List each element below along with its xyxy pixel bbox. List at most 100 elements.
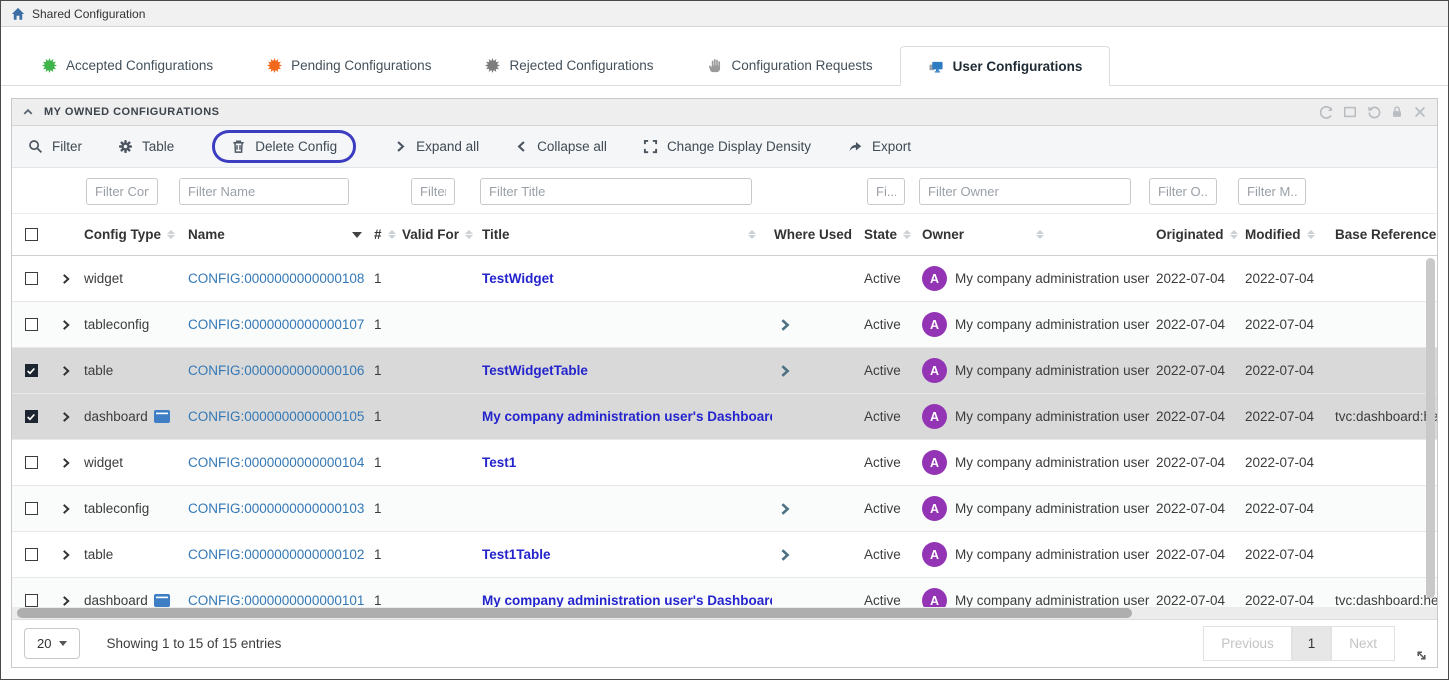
- row-checkbox[interactable]: [25, 272, 38, 285]
- originated-date: 2022-07-04: [1156, 317, 1225, 332]
- tool-label: Table: [142, 139, 174, 154]
- owner-name: My company administration user: [955, 317, 1149, 332]
- burst-icon: [267, 58, 282, 73]
- config-title-link[interactable]: My company administration user's Dashboa…: [482, 409, 772, 424]
- config-type-value: widget: [84, 271, 123, 286]
- undo-icon[interactable]: [1366, 105, 1381, 120]
- column-header-valid-for[interactable]: Valid For: [400, 227, 480, 242]
- expand-row-icon[interactable]: [60, 549, 72, 561]
- config-name-link[interactable]: CONFIG:0000000000000108: [188, 271, 364, 286]
- top-bar: Shared Configuration: [1, 1, 1448, 27]
- expand-all-button[interactable]: Expand all: [394, 139, 479, 154]
- table-row: widget CONFIG:0000000000000108 1 TestWid…: [12, 256, 1437, 302]
- state-value: Active: [864, 271, 901, 286]
- row-checkbox[interactable]: [25, 594, 38, 607]
- filter-valid-for-input[interactable]: [411, 178, 455, 205]
- column-header-number[interactable]: #: [372, 227, 400, 242]
- owner-avatar: A: [922, 496, 947, 521]
- tab-configuration-requests[interactable]: Configuration Requests: [681, 45, 900, 85]
- row-checkbox[interactable]: [25, 502, 38, 515]
- home-icon[interactable]: [11, 7, 25, 21]
- select-all-checkbox[interactable]: [12, 228, 48, 241]
- change-display-density-button[interactable]: Change Display Density: [643, 139, 811, 154]
- filter-config-type-input[interactable]: [86, 178, 158, 205]
- filter-modified-input[interactable]: [1238, 178, 1306, 205]
- column-header-owner[interactable]: Owner: [920, 227, 1154, 242]
- column-label: Config Type: [84, 227, 161, 242]
- expand-row-icon[interactable]: [60, 411, 72, 423]
- config-name-link[interactable]: CONFIG:0000000000000106: [188, 363, 364, 378]
- column-header-name[interactable]: Name: [186, 227, 372, 242]
- row-checkbox[interactable]: [25, 318, 38, 331]
- config-title-link[interactable]: TestWidgetTable: [482, 363, 588, 378]
- column-header-where-used[interactable]: Where Used: [772, 227, 862, 242]
- column-header-modified[interactable]: Modified: [1243, 227, 1333, 242]
- page-1-button[interactable]: 1: [1292, 626, 1332, 661]
- collapse-panel-icon[interactable]: [22, 106, 34, 118]
- owner-avatar: A: [922, 588, 947, 607]
- maximize-icon[interactable]: [1343, 105, 1357, 119]
- config-title-link[interactable]: TestWidget: [482, 271, 554, 286]
- filter-state-input[interactable]: [867, 178, 905, 205]
- where-used-icon[interactable]: [778, 502, 792, 516]
- tab-user-configurations[interactable]: User Configurations: [900, 46, 1111, 86]
- row-checkbox[interactable]: [25, 548, 38, 561]
- filter-name-input[interactable]: [179, 178, 349, 205]
- close-icon[interactable]: [1413, 105, 1427, 119]
- resize-handle-icon[interactable]: [1414, 648, 1429, 663]
- row-checkbox[interactable]: [25, 364, 38, 377]
- config-title-link[interactable]: Test1Table: [482, 547, 551, 562]
- config-name-link[interactable]: CONFIG:0000000000000103: [188, 501, 364, 516]
- modified-date: 2022-07-04: [1245, 547, 1314, 562]
- filter-owner-input[interactable]: [919, 178, 1131, 205]
- config-name-link[interactable]: CONFIG:0000000000000105: [188, 409, 364, 424]
- lock-icon[interactable]: [1390, 105, 1404, 119]
- where-used-icon[interactable]: [778, 548, 792, 562]
- where-used-icon[interactable]: [778, 318, 792, 332]
- state-value: Active: [864, 363, 901, 378]
- delete-config-button[interactable]: Delete Config: [212, 130, 356, 163]
- entries-summary: Showing 1 to 15 of 15 entries: [106, 636, 281, 651]
- filter-title-input[interactable]: [480, 178, 752, 205]
- sort-descending-icon: [352, 232, 362, 238]
- export-button[interactable]: Export: [847, 139, 911, 154]
- horizontal-scrollbar[interactable]: [17, 608, 1132, 618]
- column-header-originated[interactable]: Originated: [1154, 227, 1243, 242]
- expand-row-icon[interactable]: [60, 319, 72, 331]
- tab-accepted-configurations[interactable]: Accepted Configurations: [15, 45, 240, 85]
- expand-row-icon[interactable]: [60, 273, 72, 285]
- column-header-title[interactable]: Title: [480, 227, 772, 242]
- expand-row-icon[interactable]: [60, 365, 72, 377]
- previous-page-button[interactable]: Previous: [1203, 626, 1292, 661]
- where-used-icon[interactable]: [778, 364, 792, 378]
- state-value: Active: [864, 409, 901, 424]
- tab-rejected-configurations[interactable]: Rejected Configurations: [458, 45, 680, 85]
- filter-originated-input[interactable]: [1149, 178, 1217, 205]
- config-name-link[interactable]: CONFIG:0000000000000104: [188, 455, 364, 470]
- table-settings-button[interactable]: Table: [118, 139, 174, 154]
- filter-button[interactable]: Filter: [28, 139, 82, 154]
- expand-row-icon[interactable]: [60, 457, 72, 469]
- column-header-state[interactable]: State: [862, 227, 920, 242]
- next-page-button[interactable]: Next: [1331, 626, 1395, 661]
- column-header-config-type[interactable]: Config Type: [82, 227, 186, 242]
- tab-pending-configurations[interactable]: Pending Configurations: [240, 45, 458, 85]
- config-name-link[interactable]: CONFIG:0000000000000102: [188, 547, 364, 562]
- page-size-select[interactable]: 20: [24, 628, 80, 659]
- column-header-base-reference[interactable]: Base Reference: [1333, 227, 1437, 242]
- tab-label: Rejected Configurations: [509, 58, 653, 73]
- row-checkbox[interactable]: [25, 456, 38, 469]
- tool-label: Collapse all: [537, 139, 607, 154]
- expand-row-icon[interactable]: [60, 595, 72, 607]
- config-title-link[interactable]: My company administration user's Dashboa…: [482, 593, 772, 607]
- expand-row-icon[interactable]: [60, 503, 72, 515]
- collapse-all-button[interactable]: Collapse all: [515, 139, 607, 154]
- config-title-link[interactable]: Test1: [482, 455, 516, 470]
- owner-name: My company administration user: [955, 409, 1149, 424]
- config-name-link[interactable]: CONFIG:0000000000000101: [188, 593, 364, 607]
- refresh-icon[interactable]: [1319, 105, 1334, 120]
- config-name-link[interactable]: CONFIG:0000000000000107: [188, 317, 364, 332]
- vertical-scrollbar[interactable]: [1426, 258, 1435, 598]
- row-checkbox[interactable]: [25, 410, 38, 423]
- config-type-value: tableconfig: [84, 501, 149, 516]
